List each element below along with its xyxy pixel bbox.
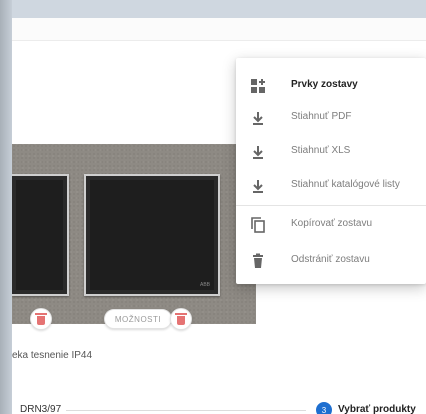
- menu-item-label: Prvky zostavy: [291, 79, 358, 90]
- menu-item-label: Stiahnuť XLS: [291, 145, 351, 156]
- switch-plate-right: ABB: [84, 174, 220, 296]
- grid-add-icon: [251, 79, 265, 93]
- menu-item-download-catalog-sheets[interactable]: Stiahnuť katalógové listy: [236, 171, 426, 201]
- download-icon: [253, 180, 263, 193]
- brand-mark: ABB: [199, 282, 210, 288]
- menu-item-label: Stiahnuť PDF: [291, 111, 352, 122]
- product-description: eka tesnenie IP44: [12, 350, 93, 361]
- step-number-badge: 3: [316, 402, 332, 414]
- options-button[interactable]: MOŽNOSTI: [104, 309, 172, 329]
- menu-item-copy-configuration[interactable]: Kopírovať zostavu: [236, 210, 426, 240]
- menu-item-download-pdf[interactable]: Stiahnuť PDF: [236, 103, 426, 133]
- menu-item-prvky-zostavy[interactable]: Prvky zostavy: [236, 71, 426, 101]
- copy-icon: [251, 217, 265, 233]
- menu-item-delete-configuration[interactable]: Odstrániť zostavu: [236, 246, 426, 276]
- delete-item-button-left[interactable]: [30, 308, 52, 330]
- product-image: ABB: [12, 144, 256, 324]
- menu-divider: [236, 205, 426, 206]
- card-header: [12, 18, 426, 41]
- switch-plate-left: [12, 174, 69, 296]
- download-icon: [253, 112, 263, 125]
- menu-item-label: Kopírovať zostavu: [291, 218, 373, 229]
- context-menu: Prvky zostavy Stiahnuť PDF Stiahnuť XLS …: [236, 58, 426, 284]
- menu-item-download-xls[interactable]: Stiahnuť XLS: [236, 137, 426, 167]
- trash-icon: [253, 253, 263, 268]
- trash-icon: [35, 312, 47, 325]
- download-icon: [253, 146, 263, 159]
- product-code: DRN3/97: [20, 404, 62, 414]
- menu-item-label: Odstrániť zostavu: [291, 254, 370, 265]
- delete-item-button-right[interactable]: [170, 308, 192, 330]
- menu-item-label: Stiahnuť katalógové listy: [291, 179, 400, 190]
- window-edge: [0, 0, 12, 414]
- progress-line: [66, 410, 306, 411]
- step-label[interactable]: Vybrať produkty: [338, 404, 416, 414]
- trash-icon: [175, 312, 187, 325]
